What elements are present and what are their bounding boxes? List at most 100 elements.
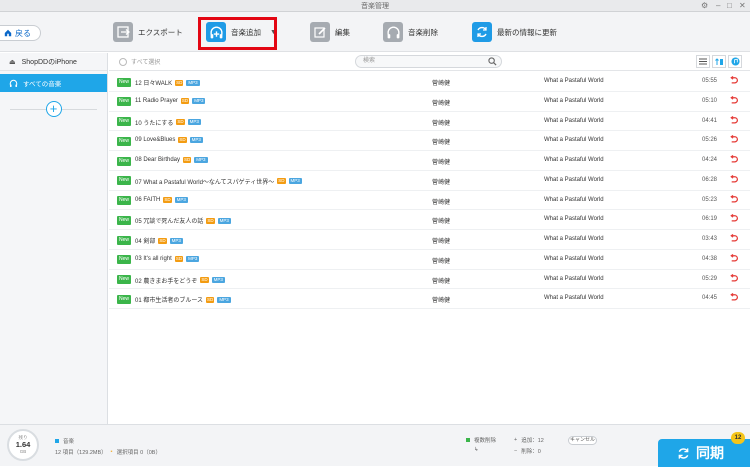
itunes-button[interactable] <box>728 55 742 68</box>
table-row[interactable]: New 02 農きまお手をどうぞ SD MP3 菅崎健 What a Pastaful W… <box>109 270 750 290</box>
sidebar-item-all-music[interactable]: すべての音楽 <box>0 74 107 92</box>
sd-badge: SD <box>200 277 209 283</box>
undo-icon[interactable] <box>729 95 738 105</box>
items-info: 12 項目（129.2MB） ▪ 選択項目 0（0B） <box>55 448 161 456</box>
sort-button[interactable] <box>712 55 726 68</box>
all-music-label: すべての音楽 <box>23 81 62 88</box>
artist-cell: 菅崎健 <box>432 278 451 285</box>
delete-music-button[interactable]: 音楽削除 <box>383 20 438 44</box>
table-row[interactable]: New 08 Dear Birthday SD MP3 菅崎健 What a Pastaf… <box>109 151 750 171</box>
search-input[interactable]: 検索 <box>355 55 502 68</box>
table-row[interactable]: New 12 日々WALK SD MP3 菅崎健 What a Pastaful Worl… <box>109 72 750 92</box>
song-title: 09 Love&Blues <box>135 137 176 144</box>
new-badge: New <box>117 294 132 304</box>
delete-music-label: 音楽削除 <box>408 27 438 37</box>
table-row[interactable]: New 04 剣部 SD MP3 菅崎健 What a Pastaful World 03:… <box>109 230 750 250</box>
undo-icon[interactable] <box>729 155 738 164</box>
music-legend: 音楽 <box>55 437 74 445</box>
undo-icon[interactable] <box>729 253 738 263</box>
undo-icon[interactable] <box>729 234 738 243</box>
edit-icon <box>310 22 330 42</box>
close-icon[interactable]: ✕ <box>739 1 746 11</box>
add-count: + 追加：12 <box>514 436 544 444</box>
maximize-icon[interactable]: □ <box>727 1 732 11</box>
eject-icon[interactable]: ⏏ <box>9 58 16 66</box>
format-badge: MP3 <box>192 97 206 104</box>
list-view-button[interactable] <box>696 55 710 68</box>
sync-label: 同期 <box>696 445 724 461</box>
export-label: エクスポート <box>138 27 183 37</box>
dup-delete-legend: 複数削除 <box>466 436 496 444</box>
list-icon <box>699 58 707 65</box>
sd-badge: SD <box>277 178 286 185</box>
select-all[interactable]: すべて選択 <box>119 57 160 66</box>
undo-icon[interactable] <box>729 174 738 184</box>
add-playlist-area: + <box>0 101 107 117</box>
artist-cell: 菅崎健 <box>432 298 451 305</box>
format-badge: MP3 <box>174 196 188 203</box>
settings-icon[interactable]: ⚙ <box>701 1 708 11</box>
add-text: 追加：12 <box>521 438 544 444</box>
format-badge: MP3 <box>187 119 201 125</box>
storage-indicator: 残り 1.64 GB <box>7 429 39 461</box>
cancel-button[interactable]: キャンセル <box>568 436 597 445</box>
song-title-cell: 07 What a Pastaful World～なんてスパゲティ世界～ SD MP… <box>135 177 302 186</box>
artist-cell: 菅崎健 <box>432 81 451 87</box>
export-button[interactable]: エクスポート <box>113 20 183 44</box>
table-row[interactable]: New 10 うたにする SD MP3 菅崎健 What a Pastaful World… <box>109 112 750 132</box>
album-cell: What a Pastaful World <box>544 216 604 223</box>
artist-cell: 菅崎健 <box>432 140 451 147</box>
album-cell: What a Pastaful World <box>544 255 604 262</box>
table-row[interactable]: New 11 Radio Prayer SD MP3 菅崎健 What a Pastafu… <box>109 92 750 112</box>
undo-icon[interactable] <box>729 273 738 283</box>
song-title-cell: 09 Love&Blues SD MP3 <box>135 137 203 144</box>
back-button[interactable]: 戻る <box>0 25 41 41</box>
edit-button[interactable]: 編集 <box>310 20 350 44</box>
artist-cell: 菅崎健 <box>432 160 451 166</box>
home-icon <box>4 29 12 37</box>
table-row[interactable]: New 06 FAITH SD MP3 菅崎健 What a Pastaful World… <box>109 191 750 211</box>
minimize-icon[interactable]: – <box>716 1 720 11</box>
refresh-button[interactable]: 最新の情報に更新 <box>472 20 557 44</box>
undo-icon[interactable] <box>729 135 738 144</box>
song-title-cell: 10 うたにする SD MP3 <box>135 118 201 127</box>
new-badge: New <box>117 215 132 225</box>
device-item[interactable]: ⏏ ShopDDのiPhone <box>0 53 107 71</box>
artist-cell: 菅崎健 <box>432 120 451 127</box>
song-list: New 12 日々WALK SD MP3 菅崎健 What a Pastaful Worl… <box>109 72 750 309</box>
refresh-label: 最新の情報に更新 <box>497 27 557 37</box>
new-badge: New <box>117 255 132 265</box>
duration-cell: 06:19 <box>702 216 718 223</box>
add-playlist-button[interactable]: + <box>45 101 62 117</box>
table-row[interactable]: New 07 What a Pastaful World～なんてスパゲティ世界～ S… <box>109 171 750 191</box>
sd-badge: SD <box>178 137 187 144</box>
bottom-bar: 残り 1.64 GB 音楽 12 項目（129.2MB） ▪ 選択項目 0（0B… <box>0 424 750 467</box>
song-title-cell: 03 It's all right SD MP3 <box>135 255 200 262</box>
undo-icon[interactable] <box>729 194 738 204</box>
table-row[interactable]: New 03 It's all right SD MP3 菅崎健 What a Pasta… <box>109 250 750 270</box>
undo-icon[interactable] <box>729 293 738 302</box>
song-title: 11 Radio Prayer <box>135 97 178 104</box>
table-row[interactable]: New 01 都市生活者のブルース SD MP3 菅崎健 What a Pastaful … <box>109 289 750 309</box>
items-text: 12 項目（129.2MB） <box>55 450 107 456</box>
title-bar: 音楽管理 ⚙ – □ ✕ <box>0 0 750 12</box>
album-cell: What a Pastaful World <box>544 275 604 282</box>
album-cell: What a Pastaful World <box>544 137 604 144</box>
select-all-checkbox[interactable] <box>119 57 127 66</box>
duration-cell: 03:43 <box>702 236 718 242</box>
undo-icon[interactable] <box>729 115 738 125</box>
duration-cell: 05:55 <box>702 78 718 84</box>
device-name: ShopDDのiPhone <box>21 58 77 66</box>
undo-icon[interactable] <box>729 76 738 85</box>
new-badge: New <box>117 176 132 186</box>
song-title-cell: 06 FAITH SD MP3 <box>135 196 188 203</box>
song-title: 12 日々WALK <box>135 81 173 87</box>
format-badge: MP3 <box>288 178 302 185</box>
table-row[interactable]: New 09 Love&Blues SD MP3 菅崎健 What a Pastaful … <box>109 131 750 151</box>
sort-icon <box>714 57 723 65</box>
new-badge: New <box>117 97 132 107</box>
undo-icon[interactable] <box>729 214 738 223</box>
table-row[interactable]: New 05 冗談で死んだ友人の話 SD MP3 菅崎健 What a Pastaful … <box>109 210 750 230</box>
toolbar: 戻る エクスポート 音楽追加 ▼ 編集 音楽削除 最新の情報に更新 <box>0 12 750 52</box>
search-icon[interactable] <box>488 57 497 66</box>
